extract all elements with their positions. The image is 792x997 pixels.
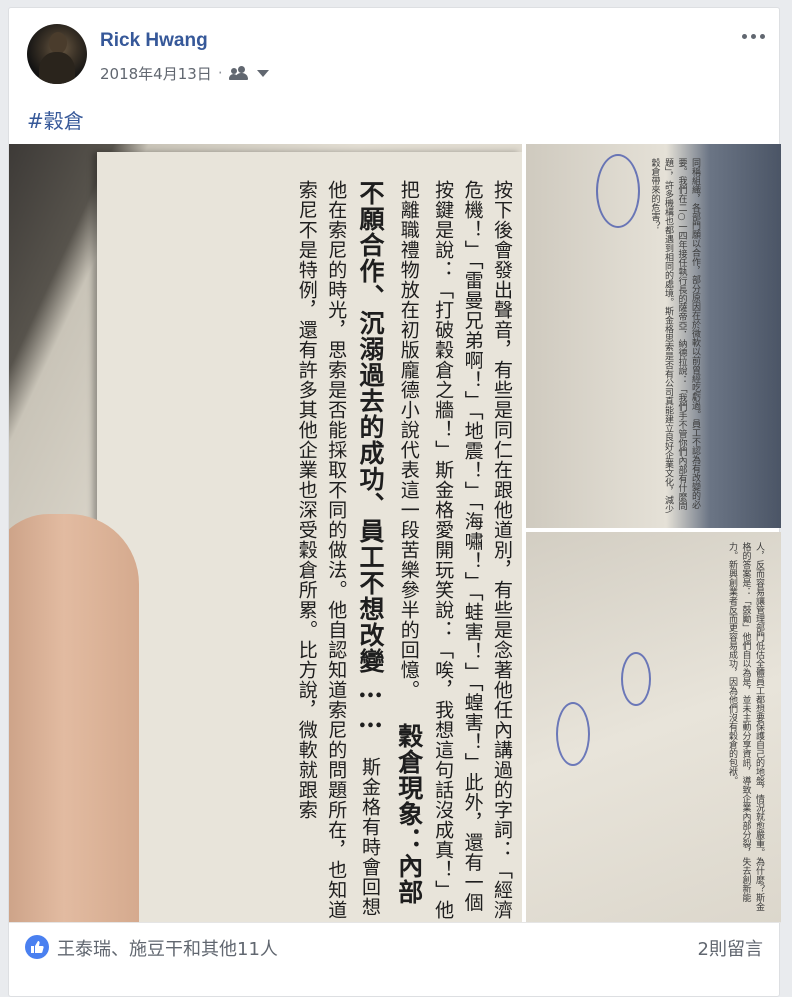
avatar-figure-body: [39, 52, 75, 84]
side-top-page-text: 同稱組織，各部門願以合作，部分原因在於微軟以前曾經吃虧過。員工不認為有改變的必要…: [649, 158, 701, 514]
book-page: 按下後會發出聲音，有些是同仁在跟他道別，有些是念著他任內講過的字詞：「經濟危機！…: [97, 152, 522, 922]
photo-side-bottom[interactable]: 人，反而容易讓管理部門低估全體員工都想要保護自己的地盤，情況就愈嚴重。為什麼？斯…: [526, 532, 781, 922]
meta-separator: ·: [217, 64, 223, 82]
chevron-down-icon[interactable]: [256, 69, 269, 77]
post-card: Rick Hwang 2018年4月13日 · #穀倉 按下後會發出聲音，有些是…: [8, 7, 781, 997]
more-options-icon[interactable]: [742, 34, 765, 39]
hashtag-link[interactable]: #穀倉: [27, 105, 84, 134]
pen-circle-annotation: [621, 652, 651, 706]
pen-circle-annotation: [556, 702, 590, 766]
photo-main-book-page[interactable]: 按下後會發出聲音，有些是同仁在跟他道別，有些是念著他任內講過的字詞：「經濟危機！…: [9, 144, 522, 922]
post-date[interactable]: 2018年4月13日: [100, 63, 212, 84]
friends-audience-icon[interactable]: [228, 66, 249, 80]
pen-circle-annotation: [596, 154, 640, 228]
author-name[interactable]: Rick Hwang: [100, 30, 208, 52]
hand-holding-book: [9, 514, 139, 922]
avatar-figure-head: [49, 32, 67, 54]
side-bottom-page-text: 人，反而容易讓管理部門低估全體員工都想要保護自己的地盤，情況就愈嚴重。為什麼？斯…: [727, 542, 764, 911]
comments-count[interactable]: 2則留言: [698, 935, 763, 961]
like-icon[interactable]: [25, 935, 49, 959]
book-page-text: 按下後會發出聲音，有些是同仁在跟他道別，有些是念著他任內講過的字詞：「經濟危機！…: [291, 180, 516, 920]
photo-side-top[interactable]: 同稱組織，各部門願以合作，部分原因在於微軟以前曾經吃虧過。員工不認為有改變的必要…: [526, 144, 781, 528]
reactions-bar: 王泰瑞、施豆干和其他11人 2則留言: [9, 922, 781, 972]
reactions-summary[interactable]: 王泰瑞、施豆干和其他11人: [57, 935, 278, 961]
author-avatar[interactable]: [27, 24, 87, 84]
post-meta: 2018年4月13日 ·: [100, 63, 269, 83]
photo-grid: 按下後會發出聲音，有些是同仁在跟他道別，有些是念著他任內講過的字詞：「經濟危機！…: [9, 144, 781, 922]
